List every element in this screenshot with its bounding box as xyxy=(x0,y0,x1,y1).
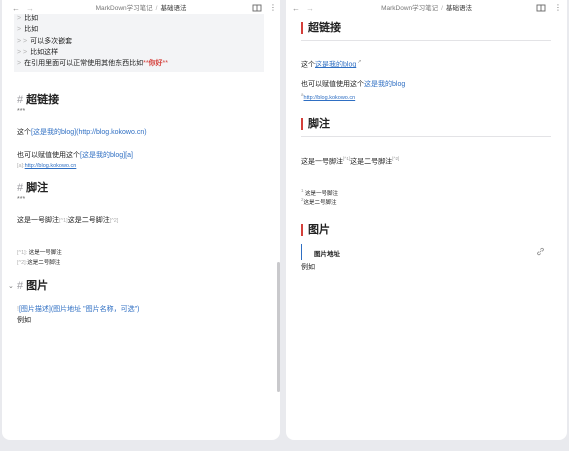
paragraph-source: 例如 xyxy=(17,317,31,324)
blockquote-line: > 比如 xyxy=(17,26,39,33)
reference-link-line-source: 也可以赋值使用这个[这是我的blog][a] xyxy=(17,152,133,159)
external-link-icon: ↗ xyxy=(357,59,362,65)
heading-divider xyxy=(301,40,551,41)
blog-reference-link[interactable]: 这是我的blog xyxy=(364,81,405,88)
blockquote-line: > 比如 xyxy=(17,15,39,22)
footnote-item: 2这是二号脚注 xyxy=(301,197,337,206)
chevron-down-icon[interactable]: ⌄ xyxy=(8,281,14,293)
editor-content[interactable]: > 比如 > 比如 > > 可以多次嵌套 > > 比如这样 > 在引用里面可以正常使用其他… xyxy=(2,0,280,440)
reference-link-source[interactable]: [这是我的blog][a] xyxy=(80,152,133,159)
inline-link-source[interactable]: [这是我的blog](http://blog.kokowo.cn) xyxy=(31,129,147,136)
heading-divider xyxy=(301,136,551,137)
reference-definition: ahttp://blog.kokowo.cn xyxy=(301,92,356,101)
horizontal-rule-source: *** xyxy=(17,108,26,115)
scrollbar[interactable] xyxy=(277,262,280,392)
blog-link[interactable]: 这是我的blog xyxy=(315,61,356,68)
image-embed-title: 图片地址 xyxy=(314,251,340,258)
blockquote-line: > > 可以多次嵌套 xyxy=(17,38,73,45)
image-embed-card[interactable]: 图片地址 xyxy=(301,244,551,260)
heading-footnote: 脚注 xyxy=(301,118,330,130)
paragraph: 例如 xyxy=(301,264,315,271)
heading-footnote-source: # 脚注 xyxy=(17,182,49,194)
reference-link-paragraph: 也可以赋值使用这个这是我的blog xyxy=(301,81,406,88)
heading-image: 图片 xyxy=(301,224,330,236)
footnote-paragraph: 这是一号脚注[^1]这是二号脚注[^2] xyxy=(301,156,400,166)
image-syntax-source: ![图片描述](图片地址 "图片名称，可选") xyxy=(17,306,140,313)
footnote-definition-source: [^2]:这是二号脚注 xyxy=(17,260,61,266)
blockquote-line: > > 比如这样 xyxy=(17,49,59,56)
blockquote-line: > 在引用里面可以正常使用其他东西比如**你好** xyxy=(17,60,168,67)
horizontal-rule-source: *** xyxy=(17,196,26,203)
heading-hyperlink-source: # 超链接 xyxy=(17,94,60,106)
hyperlink-line-source: 这个[这是我的blog](http://blog.kokowo.cn) xyxy=(17,129,147,136)
preview-content: 超链接 这个这是我的blog↗ 也可以赋值使用这个这是我的blog ahttp:… xyxy=(286,0,567,440)
link-reference-definition: [a]:http://blog.kokowo.cn xyxy=(17,163,77,169)
hyperlink-paragraph: 这个这是我的blog↗ xyxy=(301,59,362,69)
heading-hyperlink: 超链接 xyxy=(301,22,341,34)
footnote-ref[interactable]: [^2] xyxy=(392,156,399,161)
editor-pane-source[interactable]: ← → MarkDown学习笔记 / 基础语法 ⋮ > 比如 > 比如 > > 可以多次嵌… xyxy=(2,0,280,440)
link-icon[interactable] xyxy=(536,247,545,256)
footnote-line-source: 这是一号脚注[^1]这是二号脚注[^2] xyxy=(17,217,119,224)
heading-image-source: # 图片 xyxy=(17,280,49,292)
footnote-definition-source: [^1]: 这是一号脚注 xyxy=(17,250,62,256)
reading-pane-preview[interactable]: ← → MarkDown学习笔记 / 基础语法 ⋮ 超链接 这个这是我的blog↗ … xyxy=(286,0,567,440)
